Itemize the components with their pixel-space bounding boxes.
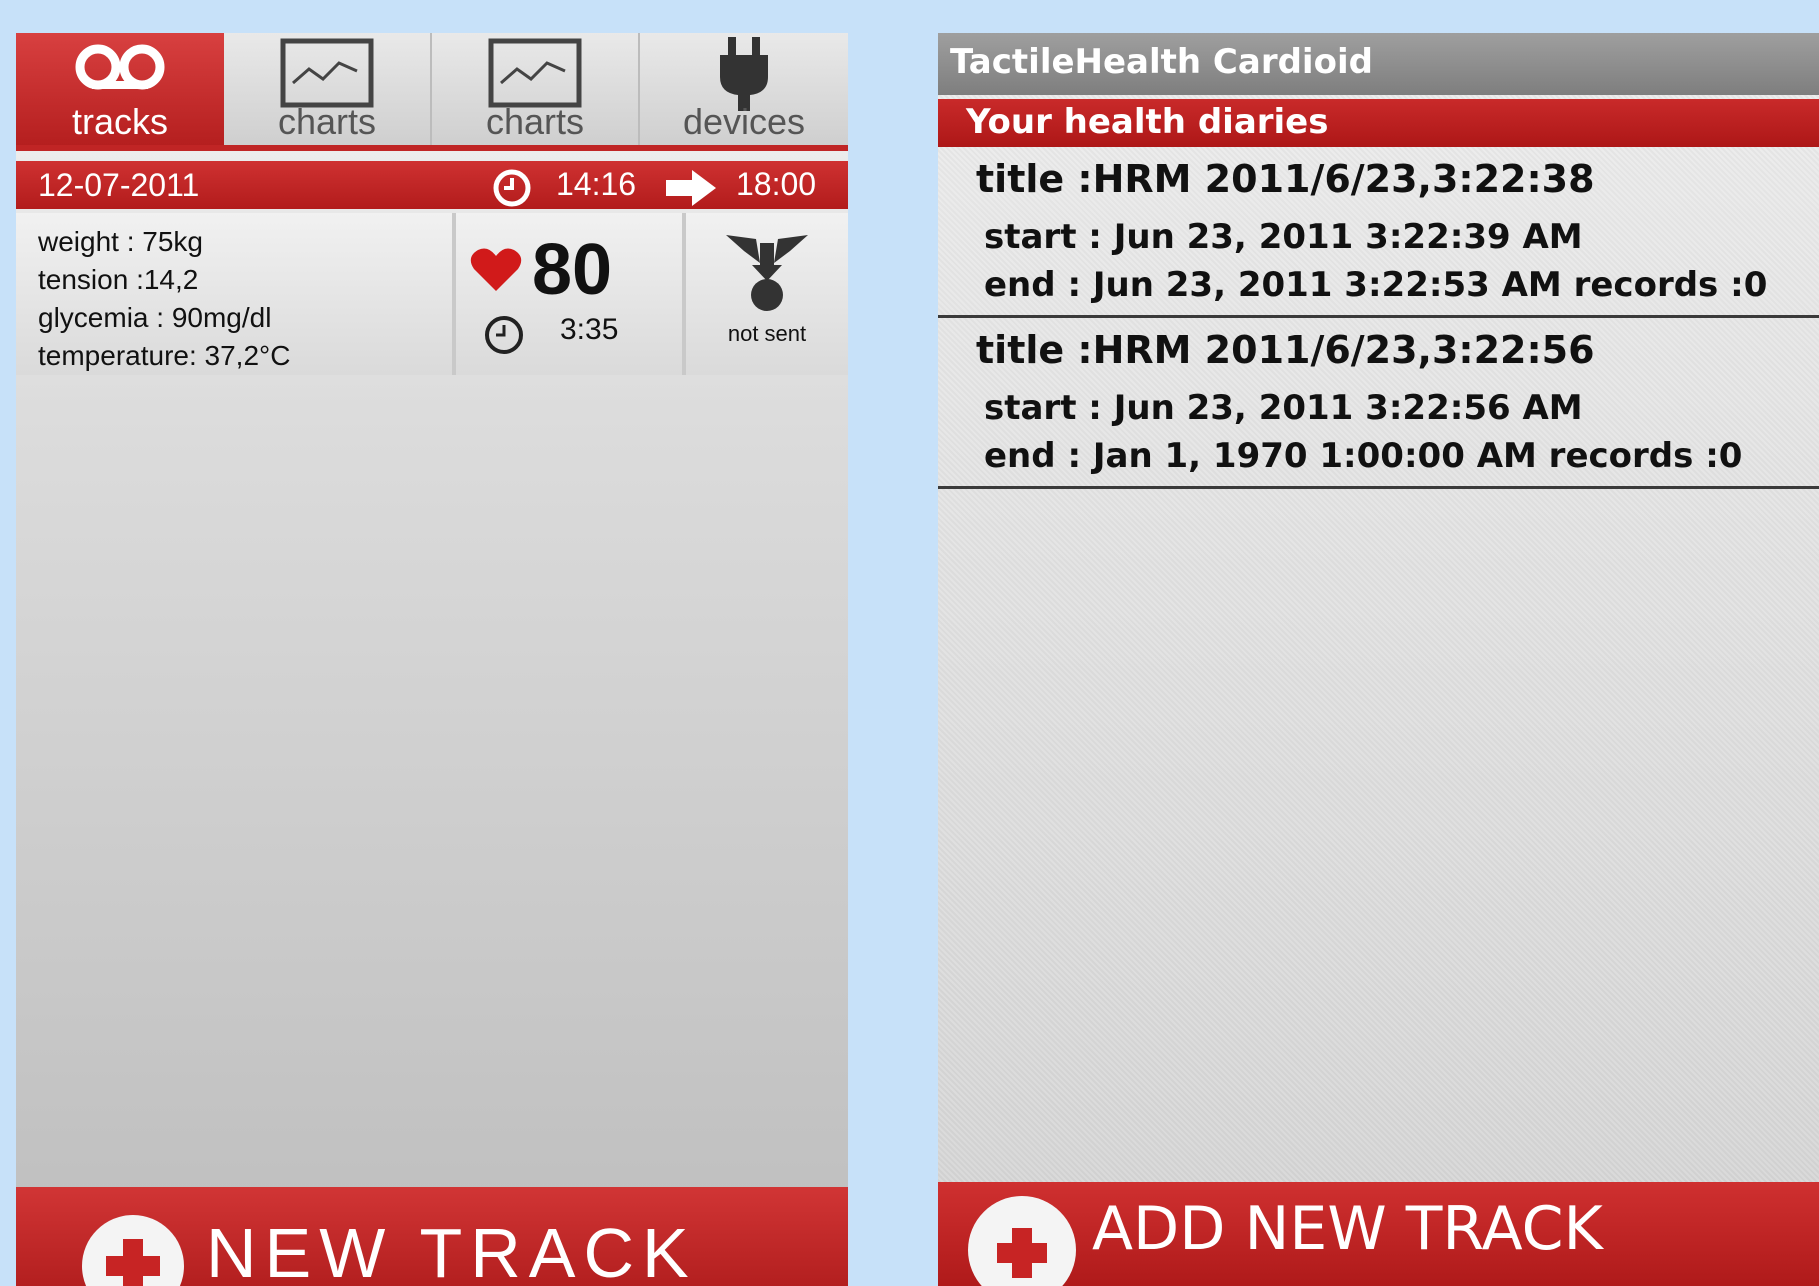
diary-start: start : Jun 23, 2011 3:22:39 AM — [984, 217, 1583, 257]
time-start: 14:16 — [556, 166, 637, 202]
plus-icon — [80, 1213, 186, 1286]
diary-list-item[interactable]: title :HRM 2011/6/23,3:22:56 start : Jun… — [938, 318, 1819, 489]
track-date: 12-07-2011 — [38, 167, 200, 203]
metrics-cell: weight : 75kg tension :14,2 glycemia : 9… — [16, 213, 456, 375]
new-track-button[interactable]: NEW TRACK — [16, 1187, 848, 1286]
app-title-bar: TactileHealth Cardioid — [938, 33, 1819, 95]
section-title: Your health diaries — [966, 102, 1329, 142]
send-status-label: not sent — [727, 321, 807, 346]
glycemia-value: glycemia : 90mg/dl — [38, 302, 272, 333]
heart-rate-value: 80 — [532, 230, 613, 310]
weight-value: weight : 75kg — [38, 226, 203, 257]
time-end: 18:00 — [736, 166, 817, 202]
clock-icon — [482, 313, 526, 361]
temperature-value: temperature: 37,2°C — [38, 340, 291, 371]
date-bar: 12-07-2011 14:16 18:00 — [16, 161, 848, 209]
diary-start: start : Jun 23, 2011 3:22:56 AM — [984, 388, 1583, 428]
tab-underline — [16, 145, 848, 151]
app-title: TactileHealth Cardioid — [950, 42, 1373, 82]
diary-end: end : Jan 1, 1970 1:00:00 AM records :0 — [984, 436, 1743, 476]
tab-charts-2-label: charts — [485, 101, 585, 142]
tab-tracks-label: tracks — [71, 101, 168, 142]
tab-devices-label: devices — [682, 101, 806, 142]
tab-charts-1-label: charts — [277, 101, 377, 142]
add-new-track-button[interactable]: ADD NEW TRACK — [938, 1182, 1819, 1286]
send-status-cell[interactable]: not sent — [686, 213, 848, 375]
diary-title: title :HRM 2011/6/23,3:22:56 — [976, 328, 1595, 372]
send-status-icon — [722, 229, 812, 317]
diary-title: title :HRM 2011/6/23,3:22:38 — [976, 157, 1595, 201]
metrics-list: weight : 75kg tension :14,2 glycemia : 9… — [38, 223, 290, 375]
heart-icon — [470, 247, 522, 297]
right-phone-screen: TactileHealth Cardioid Your health diari… — [938, 33, 1819, 1286]
tab-tracks[interactable]: tracks — [16, 33, 224, 145]
diary-list-item[interactable]: title :HRM 2011/6/23,3:22:38 start : Jun… — [938, 147, 1819, 318]
tension-value: tension :14,2 — [38, 264, 199, 295]
arrow-right-icon — [666, 170, 716, 214]
tab-charts-2[interactable]: charts — [432, 33, 640, 145]
tab-bar: tracks charts charts devices — [16, 33, 848, 145]
heart-rate-cell: 80 3:35 — [456, 213, 686, 375]
duration-value: 3:35 — [560, 313, 619, 346]
new-track-label: NEW TRACK — [206, 1214, 697, 1286]
clock-icon — [492, 168, 532, 216]
add-new-track-label: ADD NEW TRACK — [1092, 1194, 1603, 1264]
left-phone-screen: tracks charts charts devices 12-07-2011 … — [16, 33, 848, 1286]
tracks-icon — [72, 37, 168, 97]
tab-devices[interactable]: devices — [640, 33, 848, 145]
plus-icon — [966, 1194, 1078, 1286]
diary-end: end : Jun 23, 2011 3:22:53 AM records :0 — [984, 265, 1768, 305]
section-header: Your health diaries — [938, 99, 1819, 147]
track-summary-panel[interactable]: weight : 75kg tension :14,2 glycemia : 9… — [16, 213, 848, 375]
tab-charts-1[interactable]: charts — [224, 33, 432, 145]
